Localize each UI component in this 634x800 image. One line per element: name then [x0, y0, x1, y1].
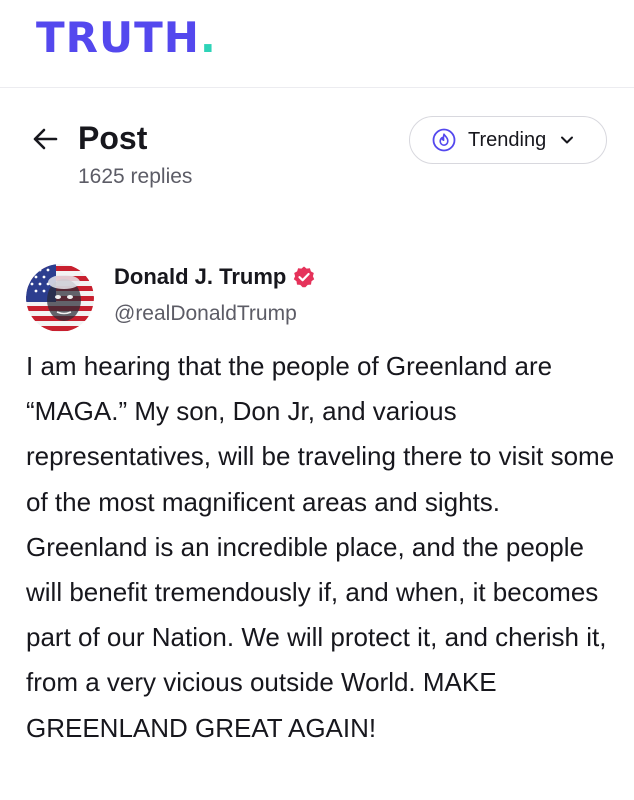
logo-text: TRUTH	[36, 13, 200, 62]
post-body-text: I am hearing that the people of Greenlan…	[26, 351, 615, 743]
author-handle[interactable]: @realDonaldTrump	[114, 300, 297, 328]
avatar[interactable]	[26, 264, 94, 332]
avatar-image	[26, 264, 94, 332]
chevron-down-icon	[561, 136, 574, 144]
page-title: Post	[78, 120, 148, 156]
top-bar: TRUTH.	[0, 0, 634, 88]
author-name[interactable]: Donald J. Trump	[114, 262, 286, 292]
sort-trending-button[interactable]: Trending	[409, 116, 607, 164]
truth-logo[interactable]: TRUTH.	[36, 14, 217, 62]
sort-label: Trending	[468, 128, 547, 151]
post-header: Post 1625 replies Trending	[30, 116, 610, 196]
replies-count: 1625 replies	[78, 165, 193, 188]
post-author: Donald J. Trump @realDonaldTrump	[26, 258, 586, 334]
verified-badge-icon	[294, 266, 315, 288]
author-name-row: Donald J. Trump	[114, 262, 316, 292]
logo-dot: .	[199, 13, 217, 62]
arrow-left-icon[interactable]	[30, 124, 60, 154]
flame-icon	[432, 128, 456, 152]
